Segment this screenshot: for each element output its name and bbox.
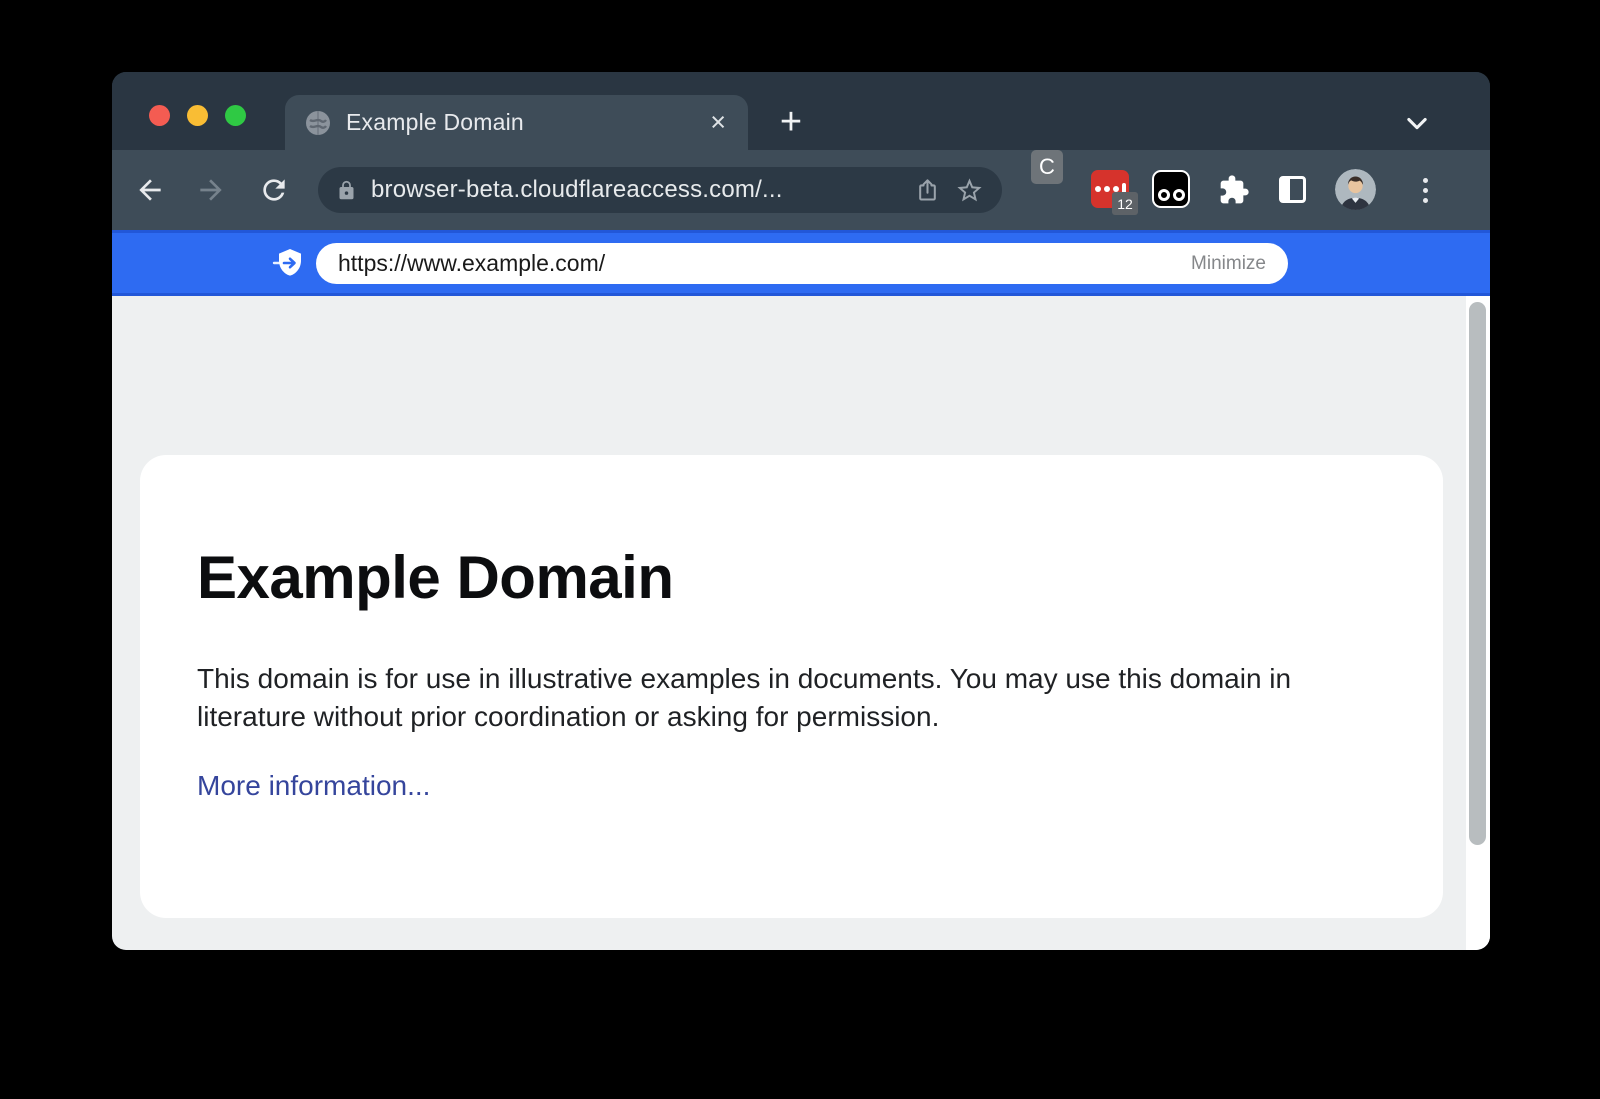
- minimize-button[interactable]: Minimize: [1191, 253, 1266, 275]
- chrome-menu-icon[interactable]: [1408, 173, 1442, 207]
- isolation-url-input[interactable]: [338, 250, 1191, 277]
- tab-search-chevron-icon[interactable]: [1400, 106, 1434, 140]
- more-information-link[interactable]: More information...: [197, 770, 430, 802]
- extensions-puzzle-icon[interactable]: [1217, 173, 1251, 207]
- fullscreen-window-button[interactable]: [225, 105, 246, 126]
- page-heading: Example Domain: [197, 543, 674, 612]
- extension-badge-count: 12: [1112, 192, 1138, 215]
- close-window-button[interactable]: [149, 105, 170, 126]
- toolbar: browser-beta.cloudflareaccess.com/... C …: [112, 150, 1490, 230]
- isolation-bar: Minimize: [112, 230, 1490, 296]
- new-tab-button[interactable]: +: [765, 96, 817, 148]
- address-bar[interactable]: browser-beta.cloudflareaccess.com/...: [318, 167, 1002, 213]
- profile-avatar[interactable]: [1335, 169, 1376, 210]
- side-panel-icon[interactable]: [1279, 176, 1306, 203]
- minimize-window-button[interactable]: [187, 105, 208, 126]
- scrollbar-track[interactable]: [1466, 296, 1490, 950]
- password-manager-extension-icon[interactable]: 12: [1091, 170, 1129, 208]
- tab-title: Example Domain: [346, 109, 708, 136]
- window-controls: [149, 105, 246, 126]
- dot: [1423, 178, 1428, 183]
- dot: [1423, 198, 1428, 203]
- content-card: Example Domain This domain is for use in…: [140, 455, 1443, 918]
- isolation-shield-icon: [271, 246, 307, 282]
- page-paragraph: This domain is for use in illustrative e…: [197, 660, 1362, 736]
- bookmark-star-icon[interactable]: [955, 176, 984, 205]
- extension-c-icon[interactable]: C: [1031, 150, 1063, 184]
- scrollbar-thumb[interactable]: [1469, 302, 1486, 845]
- circle: [1158, 189, 1170, 201]
- dark-extension-icon[interactable]: [1152, 170, 1190, 208]
- forward-button[interactable]: [194, 173, 228, 207]
- share-icon[interactable]: [914, 177, 941, 204]
- isolation-url-bar[interactable]: Minimize: [316, 243, 1288, 284]
- reload-button[interactable]: [257, 173, 291, 207]
- address-text: browser-beta.cloudflareaccess.com/...: [371, 176, 900, 204]
- dot: [1104, 186, 1110, 192]
- browser-window: Example Domain × + browser-beta.cloudfla…: [112, 72, 1490, 950]
- lock-icon: [336, 180, 357, 201]
- circle: [1173, 189, 1185, 201]
- back-button[interactable]: [133, 173, 167, 207]
- globe-favicon-icon: [305, 110, 331, 136]
- tab-example-domain[interactable]: Example Domain ×: [285, 95, 748, 150]
- dot: [1423, 188, 1428, 193]
- desktop: { "colors": { "frame": "#2A3642", "toolb…: [0, 0, 1600, 1099]
- tab-close-icon[interactable]: ×: [708, 109, 728, 136]
- page-viewport: Example Domain This domain is for use in…: [112, 296, 1490, 950]
- tab-strip: Example Domain × +: [112, 72, 1490, 150]
- dot: [1095, 186, 1101, 192]
